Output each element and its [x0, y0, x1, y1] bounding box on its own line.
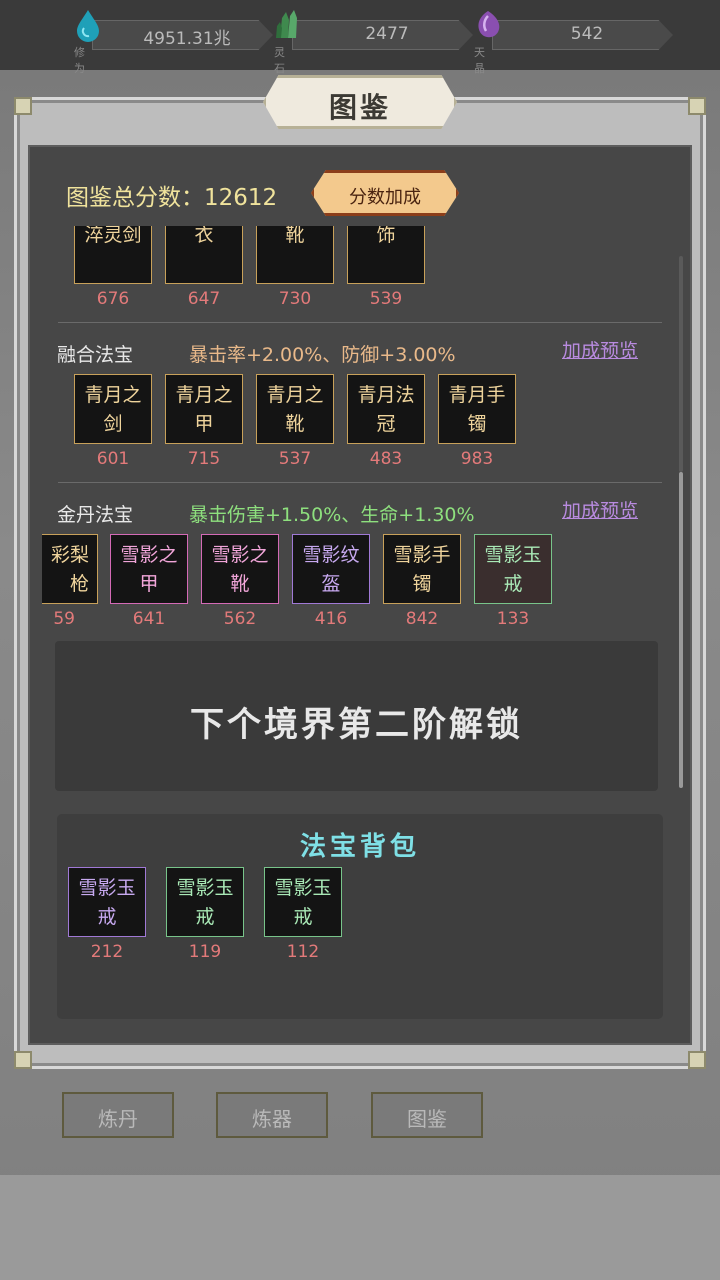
tab-codex[interactable]: 图鉴 [371, 1092, 483, 1138]
item-name: 雪影玉戒 [274, 877, 332, 928]
item-name: 青月法冠 [357, 384, 415, 435]
bag-item-card[interactable]: 雪影玉戒 212 [68, 867, 146, 962]
item-score: 730 [278, 289, 312, 309]
item-card[interactable]: 雪影纹盔 416 [292, 534, 370, 629]
section-divider [58, 482, 662, 483]
resource-caption: 天晶 [474, 46, 485, 75]
total-score: 图鉴总分数：12612 [66, 185, 278, 211]
item-card[interactable]: 雪影玉戒 133 [474, 534, 552, 629]
item-name: 淬灵剑 [84, 226, 142, 246]
bottom-background [0, 1175, 720, 1280]
item-score: 641 [132, 609, 166, 629]
item-card[interactable]: 青月手镯 983 [438, 374, 516, 469]
item-name: 彩梨枪 [50, 544, 89, 595]
codex-scroll-list[interactable]: 淬灵剑 676 淬灵法衣 647 淬灵之靴 730 淬灵头饰 539 融合法宝 … [42, 226, 674, 646]
score-bonus-label: 分数加成 [349, 187, 421, 208]
score-bonus-button[interactable]: 分数加成 [311, 170, 459, 216]
tab-label: 炼器 [252, 1107, 292, 1131]
item-score: 539 [369, 289, 403, 309]
item-card[interactable]: 雪影之靴 562 [201, 534, 279, 629]
treasure-bag: 法宝背包 雪影玉戒 212 雪影玉戒 119 雪影玉戒 112 [57, 814, 663, 1019]
panel-corner [14, 1051, 32, 1069]
item-card[interactable]: 淬灵剑 676 [74, 226, 152, 309]
panel-title-tab: 图鉴 [263, 75, 457, 129]
item-score: 842 [405, 609, 439, 629]
item-score: 416 [314, 609, 348, 629]
item-name: 青月之靴 [266, 384, 324, 435]
item-score: 59 [53, 609, 75, 629]
bonus-preview-link[interactable]: 加成预览 [562, 336, 638, 363]
resource-caption: 修为 [74, 46, 85, 75]
resource-value: 4951.31兆 [143, 29, 231, 49]
item-name: 青月手镯 [448, 384, 506, 435]
tab-forge[interactable]: 炼器 [216, 1092, 328, 1138]
scrollbar-thumb[interactable] [679, 472, 683, 788]
item-score: 562 [223, 609, 257, 629]
item-name: 青月之剑 [84, 384, 142, 435]
crystal-icon [276, 10, 297, 38]
item-card[interactable]: 青月之剑 601 [74, 374, 152, 469]
bag-item-card[interactable]: 雪影玉戒 112 [264, 867, 342, 962]
item-score: 715 [187, 449, 221, 469]
item-card[interactable]: 淬灵法衣 647 [165, 226, 243, 309]
item-score: 601 [96, 449, 130, 469]
item-name: 青月之甲 [175, 384, 233, 435]
bonus-preview-link[interactable]: 加成预览 [562, 496, 638, 523]
bag-title: 法宝背包 [299, 832, 420, 862]
item-score: 133 [496, 609, 530, 629]
item-score: 983 [460, 449, 494, 469]
bag-item-card[interactable]: 雪影玉戒 119 [166, 867, 244, 962]
item-score: 119 [188, 942, 222, 962]
water-drop-icon [77, 10, 99, 42]
section-title: 融合法宝 [57, 344, 134, 366]
item-score: 212 [90, 942, 124, 962]
item-name: 雪影之靴 [211, 544, 269, 595]
item-name: 淬灵之靴 [285, 226, 305, 246]
section-title: 金丹法宝 [57, 504, 134, 526]
tab-label: 炼丹 [98, 1107, 138, 1131]
resource-value: 2477 [365, 24, 409, 44]
tab-label: 图鉴 [407, 1107, 447, 1131]
item-score: 483 [369, 449, 403, 469]
section-bonus: 暴击率+2.00%、防御+3.00% [189, 344, 456, 366]
item-score: 676 [96, 289, 130, 309]
item-name: 雪影之甲 [120, 544, 178, 595]
item-card[interactable]: 雪影手镯 842 [383, 534, 461, 629]
item-card[interactable]: 雪影之甲 641 [110, 534, 188, 629]
resource-value: 542 [570, 24, 604, 44]
resource-caption: 灵石 [274, 46, 285, 75]
panel-title: 图鉴 [328, 91, 391, 124]
locked-notice: 下个境界第二阶解锁 [55, 641, 658, 791]
item-card[interactable]: 淬灵之靴 730 [256, 226, 334, 309]
item-name: 雪影纹盔 [302, 544, 360, 595]
item-card[interactable]: 彩梨枪 59 [42, 534, 98, 629]
panel-corner [688, 97, 706, 115]
item-name: 淬灵头饰 [376, 226, 396, 246]
item-card[interactable]: 青月之靴 537 [256, 374, 334, 469]
item-score: 537 [278, 449, 312, 469]
panel-corner [688, 1051, 706, 1069]
item-name: 淬灵法衣 [194, 226, 214, 246]
item-name: 雪影玉戒 [176, 877, 234, 928]
item-card[interactable]: 淬灵头饰 539 [347, 226, 425, 309]
item-score: 112 [286, 942, 320, 962]
section-divider [58, 322, 662, 323]
item-score: 647 [187, 289, 221, 309]
panel-corner [14, 97, 32, 115]
item-card[interactable]: 青月之甲 715 [165, 374, 243, 469]
section-bonus: 暴击伤害+1.50%、生命+1.30% [189, 504, 475, 526]
purple-crystal-icon [478, 11, 500, 38]
tab-alchemy[interactable]: 炼丹 [62, 1092, 174, 1138]
item-name: 雪影手镯 [393, 544, 451, 595]
locked-notice-text: 下个境界第二阶解锁 [190, 705, 523, 745]
item-card[interactable]: 青月法冠 483 [347, 374, 425, 469]
item-name: 雪影玉戒 [484, 544, 542, 595]
item-name: 雪影玉戒 [78, 877, 136, 928]
scrollbar-track [679, 256, 683, 472]
